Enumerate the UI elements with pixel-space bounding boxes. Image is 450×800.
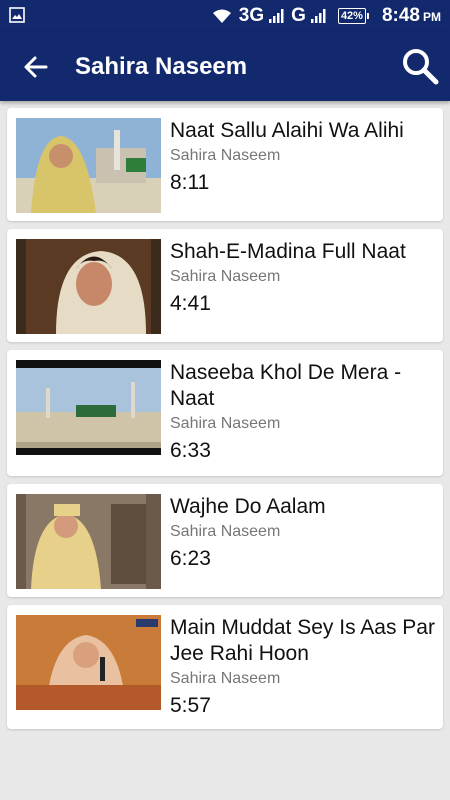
video-thumbnail [16, 615, 161, 710]
video-title: Naseeba Khol De Mera - Naat [170, 361, 402, 410]
video-title: Wajhe Do Aalam [170, 495, 326, 518]
clock-ampm: PM [423, 10, 441, 24]
signal-icon [269, 9, 284, 23]
video-artist: Sahira Naseem [170, 268, 281, 285]
video-card[interactable]: Naseeba Khol De Mera - Naat Sahira Nasee… [7, 350, 443, 476]
battery-level: 42% [337, 8, 366, 24]
clock-time: 8:48 [381, 5, 420, 26]
video-card[interactable]: Wajhe Do Aalam Sahira Naseem 6:23 [7, 484, 443, 597]
signal-icon-2 [310, 9, 326, 23]
video-thumbnail [16, 239, 161, 334]
clock: 8:48 PM [382, 5, 441, 27]
wifi-icon [212, 9, 231, 23]
video-title: Main Muddat Sey Is Aas Par Jee Rahi Hoon [170, 616, 435, 665]
arrow-left-icon[interactable] [20, 52, 52, 82]
battery-icon [366, 13, 369, 19]
video-thumbnail [16, 360, 161, 455]
video-card[interactable]: Naat Sallu Alaihi Wa Alihi Sahira Naseem… [7, 108, 443, 221]
video-duration: 4:41 [170, 292, 211, 315]
video-duration: 8:11 [170, 171, 210, 194]
video-artist: Sahira Naseem [170, 523, 281, 540]
video-card[interactable]: Shah-E-Madina Full Naat Sahira Naseem 4:… [7, 229, 443, 342]
video-duration: 6:33 [170, 439, 211, 462]
image-notification-icon [9, 7, 25, 23]
video-title: Shah-E-Madina Full Naat [170, 240, 406, 263]
page-title: Sahira Naseem [75, 53, 248, 80]
app-toolbar: Sahira Naseem [0, 32, 450, 101]
video-artist: Sahira Naseem [170, 670, 281, 687]
network-type-3g: 3G [238, 5, 265, 26]
search-icon[interactable] [400, 46, 440, 86]
video-duration: 6:23 [170, 547, 211, 570]
video-duration: 5:57 [170, 694, 211, 717]
video-card[interactable]: Main Muddat Sey Is Aas Par Jee Rahi Hoon… [7, 605, 443, 729]
video-title: Naat Sallu Alaihi Wa Alihi [170, 119, 404, 142]
battery-indicator: 42% [337, 8, 369, 24]
video-artist: Sahira Naseem [170, 415, 281, 432]
status-bar: 3G G 42% 8:48 PM [0, 0, 450, 32]
video-artist: Sahira Naseem [170, 147, 281, 164]
video-thumbnail [16, 118, 161, 213]
network-type-g: G [291, 5, 306, 26]
video-thumbnail [16, 494, 161, 589]
